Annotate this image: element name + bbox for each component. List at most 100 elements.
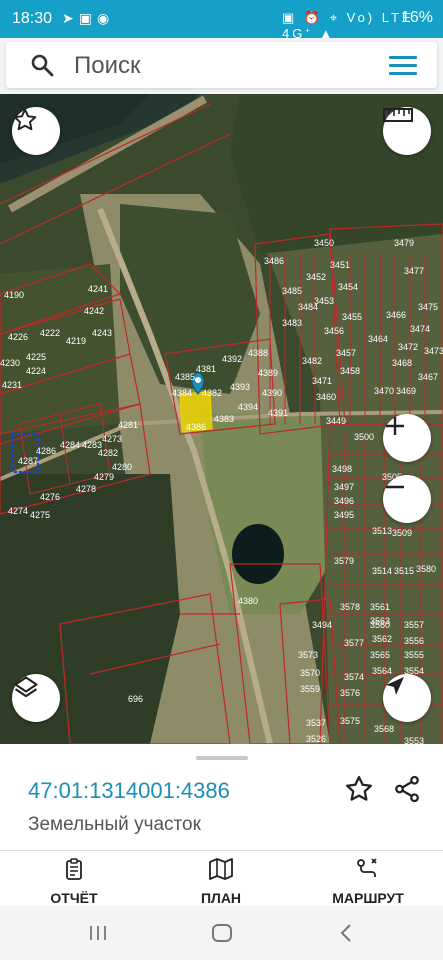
- status-time: 18:30: [12, 10, 53, 27]
- ruler-icon[interactable]: [383, 107, 431, 155]
- parcel-label: 3477: [404, 266, 424, 276]
- parcel-label: 3470: [374, 386, 394, 396]
- route-icon: [357, 858, 377, 877]
- parcel-label: 3580: [416, 564, 436, 574]
- parcel-type: Земельный участок: [28, 814, 201, 835]
- parcel-label: 4390: [262, 388, 282, 398]
- parcel-label: 3579: [334, 556, 354, 566]
- parcel-label: 3469: [396, 386, 416, 396]
- parcel-label: 4241: [88, 284, 108, 294]
- telegram-icon: ➤: [62, 10, 79, 26]
- parcel-label: 4381: [196, 364, 216, 374]
- parcel-label: 4279: [94, 472, 114, 482]
- parcel-label: 4389: [258, 368, 278, 378]
- parcel-label: 3479: [394, 238, 414, 248]
- parcel-label: 3563: [370, 616, 390, 626]
- back-icon[interactable]: [338, 923, 354, 943]
- parcel-label: 3578: [340, 602, 360, 612]
- parcel-label: 3573: [298, 650, 318, 660]
- sheet-drag-handle[interactable]: [196, 756, 248, 760]
- nav-report[interactable]: ОТЧЁТ: [14, 857, 134, 906]
- parcel-label: 3570: [300, 668, 320, 678]
- parcel-label: 3562: [372, 634, 392, 644]
- share-icon[interactable]: [392, 774, 422, 804]
- parcel-label: 4226: [8, 332, 28, 342]
- parcel-label: 3460: [316, 392, 336, 402]
- parcel-label: 3509: [392, 528, 412, 538]
- parcel-label: 4383: [214, 414, 234, 424]
- parcel-label: 3453: [314, 296, 334, 306]
- parcel-label: 3474: [410, 324, 430, 334]
- parcel-label: 3458: [340, 366, 360, 376]
- parcel-label[interactable]: 4386: [186, 422, 206, 432]
- cadastral-number[interactable]: 47:01:1314001:4386: [28, 778, 230, 804]
- nav-route-label: МАРШРУТ: [332, 890, 404, 906]
- satellite-map[interactable]: 4190 4241 4242 4226 4222 4219 4243 4230 4225 4224…: [0, 94, 443, 744]
- parcel-label: 3514: [372, 566, 392, 576]
- parcel-label: 4278: [76, 484, 96, 494]
- zoom-in-icon[interactable]: [383, 414, 431, 462]
- parcel-label: 3496: [334, 496, 354, 506]
- parcel-label: 3450: [314, 238, 334, 248]
- parcel-label: 4222: [40, 328, 60, 338]
- parcel-label: 4230: [0, 358, 20, 368]
- parcel-label: 3557: [404, 620, 424, 630]
- menu-icon[interactable]: [389, 56, 417, 76]
- parcel-label: 3482: [302, 356, 322, 366]
- search-input[interactable]: [72, 48, 366, 84]
- parcel-label: 3485: [282, 286, 302, 296]
- parcel-label: 3456: [324, 326, 344, 336]
- parcel-label: 3568: [374, 724, 394, 734]
- parcel-label: 3498: [332, 464, 352, 474]
- parcel-label: 3452: [306, 272, 326, 282]
- parcel-label: 3486: [264, 256, 284, 266]
- parcel-label: 4275: [30, 510, 50, 520]
- parcel-label: 3471: [312, 376, 332, 386]
- parcel-label: 4273: [102, 434, 122, 444]
- nav-plan-label: ПЛАН: [200, 890, 242, 906]
- gallery-icon: ▣: [78, 10, 97, 26]
- map-view[interactable]: 4190 4241 4242 4226 4222 4219 4243 4230 4225 4224…: [0, 94, 443, 744]
- recent-apps-icon[interactable]: [88, 924, 108, 942]
- parcel-label: 4231: [2, 380, 22, 390]
- clipboard-icon: [66, 858, 82, 880]
- parcel-label: 3455: [342, 312, 362, 322]
- parcel-label: 3497: [334, 482, 354, 492]
- home-icon[interactable]: [211, 923, 233, 943]
- parcel-label: 3457: [336, 348, 356, 358]
- parcel-label: 3577: [344, 638, 364, 648]
- battery-level: 16%: [400, 9, 433, 26]
- parcel-label: 3464: [368, 334, 388, 344]
- parcel-label: 3494: [312, 620, 332, 630]
- parcel-label: 4225: [26, 352, 46, 362]
- map-icon: [209, 858, 233, 880]
- parcel-info-sheet: 47:01:1314001:4386 Земельный участок: [0, 744, 443, 850]
- locate-arrow-icon[interactable]: [383, 674, 431, 722]
- parcel-label: 4274: [8, 506, 28, 516]
- parcel-label: 4286: [36, 446, 56, 456]
- parcel-label: 4242: [84, 306, 104, 316]
- parcel-label: 3561: [370, 602, 390, 612]
- zoom-out-icon[interactable]: [383, 475, 431, 523]
- favorite-icon[interactable]: [344, 774, 374, 804]
- whatsapp-icon: ◉: [96, 10, 115, 26]
- parcel-label: 3483: [282, 318, 302, 328]
- notification-icons: ➤▣◉: [62, 10, 114, 27]
- favorite-star-icon[interactable]: [12, 107, 60, 155]
- parcel-label: 4388: [248, 348, 268, 358]
- system-navigation-bar: [0, 906, 443, 960]
- search-icon[interactable]: [30, 53, 54, 77]
- nav-route[interactable]: МАРШРУТ: [308, 857, 428, 906]
- parcel-label: 4382: [202, 388, 222, 398]
- parcel-label: 696: [128, 694, 143, 704]
- parcel-label: 3515: [394, 566, 414, 576]
- search-box[interactable]: [6, 42, 437, 88]
- nav-plan[interactable]: ПЛАН: [161, 857, 281, 906]
- parcel-label: 3574: [344, 672, 364, 682]
- parcel-label: 3472: [398, 342, 418, 352]
- bottom-navigation: ОТЧЁТ ПЛАН МАРШРУТ: [0, 850, 443, 907]
- parcel-label: 3454: [338, 282, 358, 292]
- parcel-label: 4385: [175, 372, 195, 382]
- parcel-label: 3575: [340, 716, 360, 726]
- layers-icon[interactable]: [12, 674, 60, 722]
